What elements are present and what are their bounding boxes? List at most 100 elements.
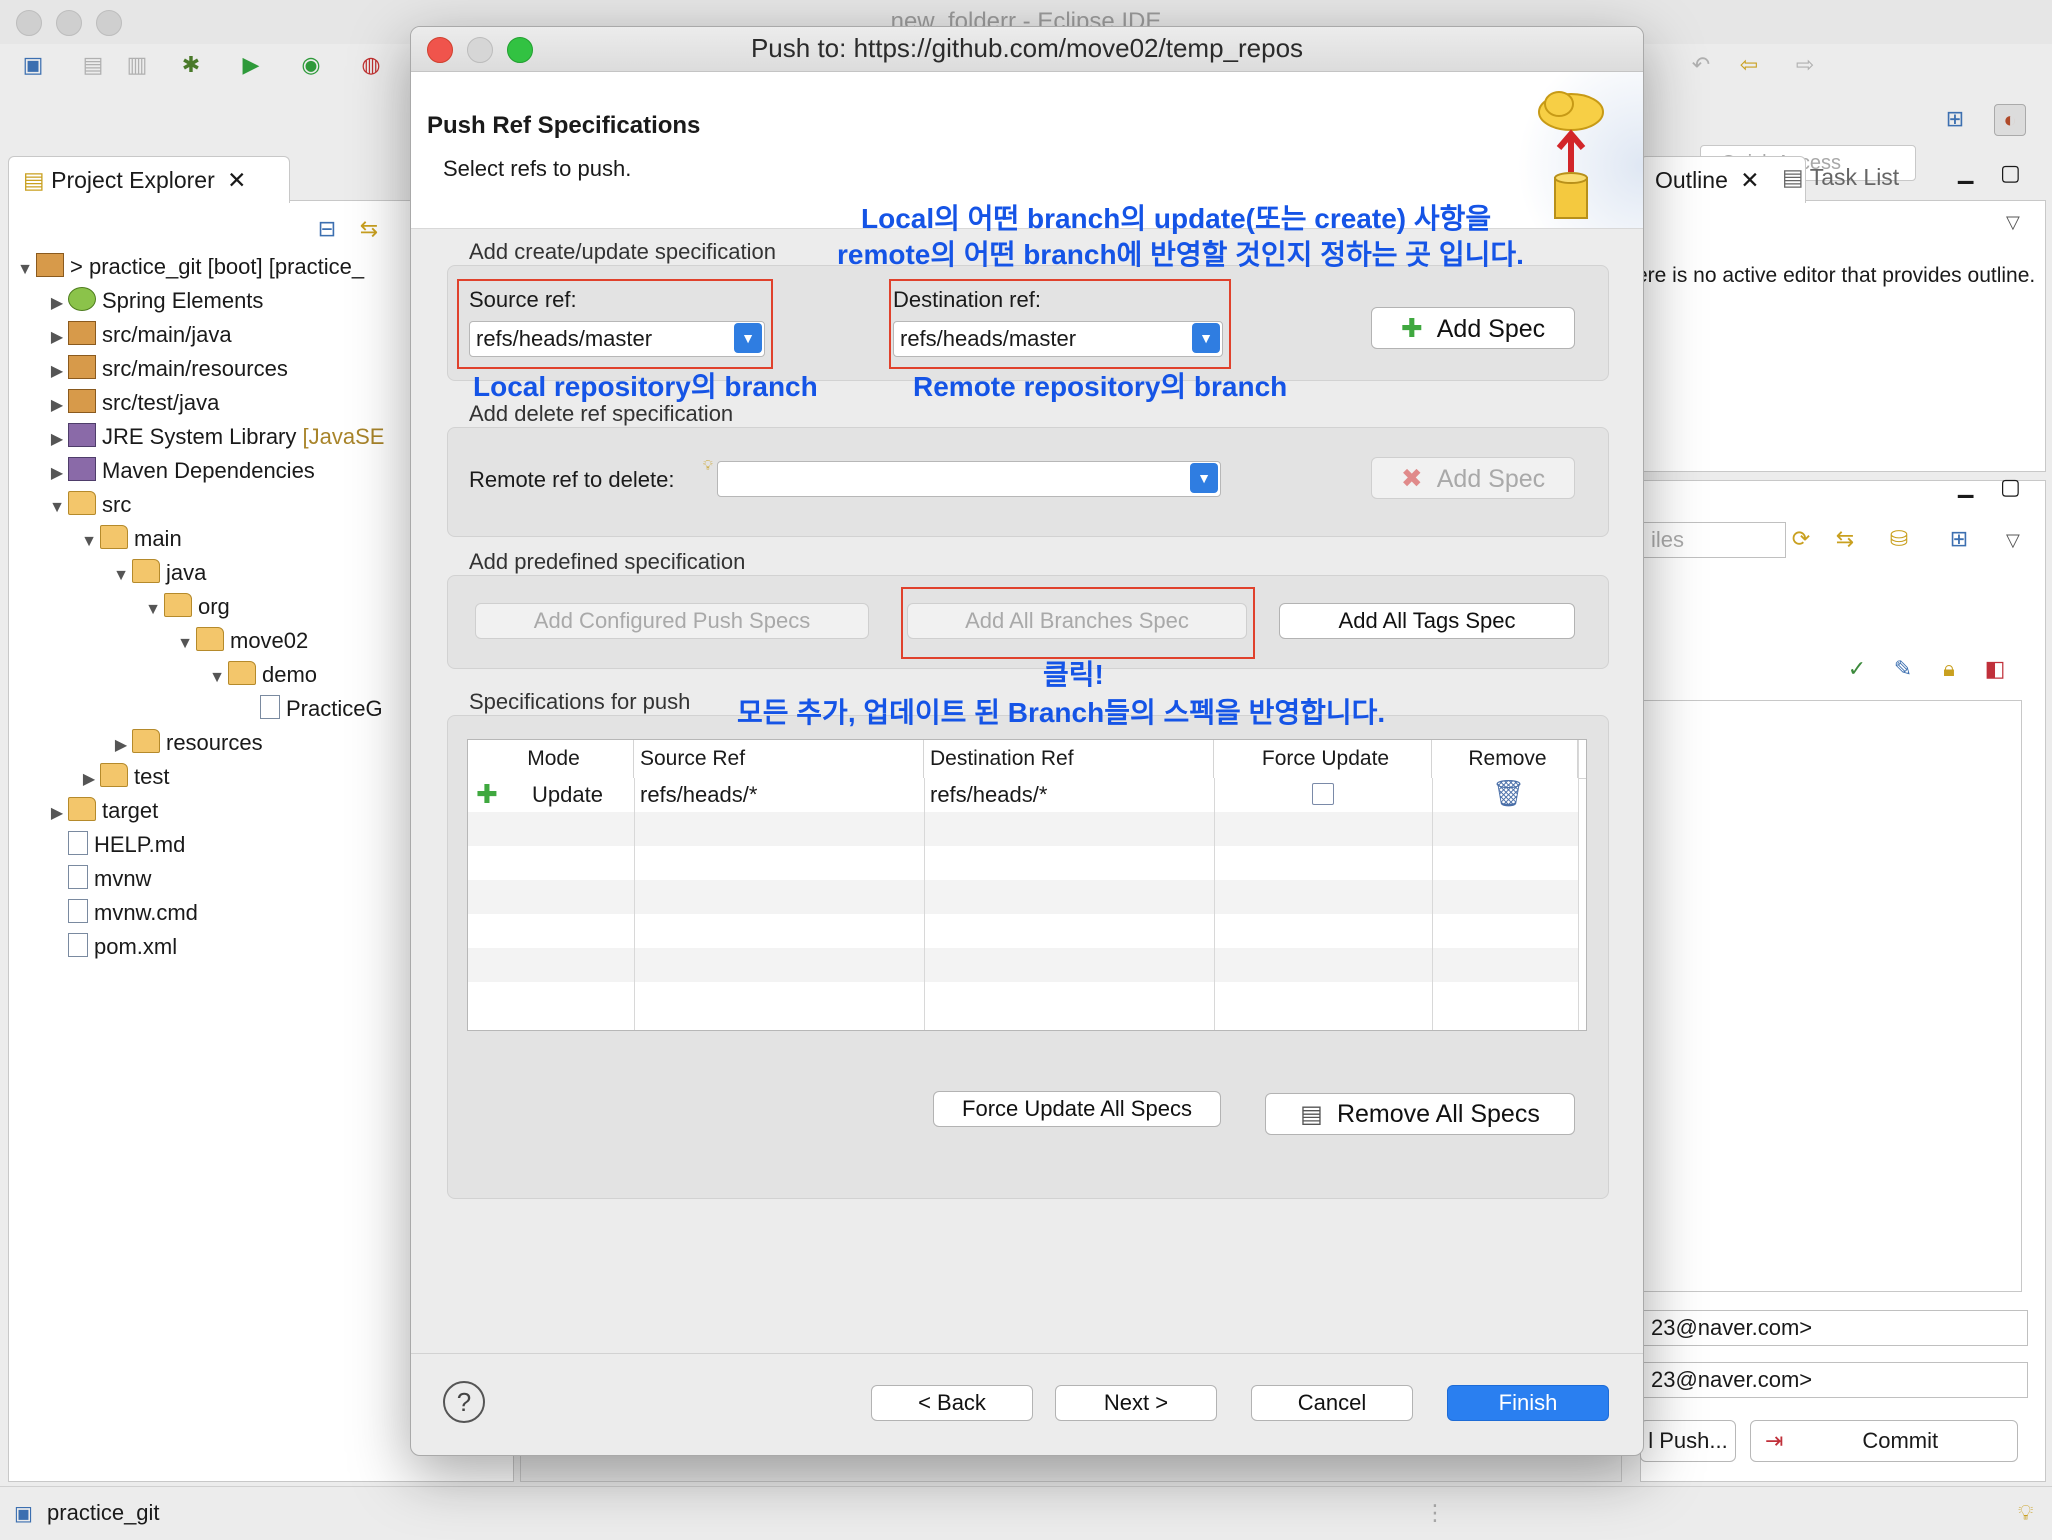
save-all-icon[interactable]: ▥ [122, 50, 152, 80]
tree-item[interactable]: ▼ > practice_git [boot] [practice_ [14, 250, 414, 284]
collapsed-arrow-icon[interactable]: ▶ [46, 287, 68, 321]
forward-nav-icon[interactable]: ⇨ [1790, 50, 1820, 80]
tip-icon[interactable]: 💡︎ [2018, 1487, 2033, 1539]
finish-button[interactable]: Finish [1447, 1385, 1609, 1421]
column-header-mode[interactable]: Mode [468, 740, 634, 778]
trash-icon[interactable]: 🗑︎ [1492, 778, 1525, 809]
tab-task-list[interactable]: ▤ Task List [1782, 164, 1899, 191]
expanded-arrow-icon[interactable]: ▼ [174, 627, 196, 661]
tree-item[interactable]: ▶ src/main/resources [14, 352, 414, 386]
tree-item[interactable]: ▶ JRE System Library [JavaSE [14, 420, 414, 454]
tree-item[interactable]: ▶ Maven Dependencies [14, 454, 414, 488]
expanded-arrow-icon[interactable]: ▼ [46, 491, 68, 525]
commit-message-area[interactable] [1640, 700, 2022, 1292]
tree-item[interactable]: ▼ java [14, 556, 414, 590]
maximize-view-icon[interactable]: ▢ [2000, 160, 2021, 186]
destination-ref-combo[interactable]: refs/heads/master ▼ [893, 321, 1223, 357]
tree-item[interactable]: ▼ src [14, 488, 414, 522]
force-update-checkbox[interactable] [1312, 783, 1334, 805]
tree-item[interactable]: ▶ target [14, 794, 414, 828]
last-edit-icon[interactable]: ↶ [1686, 50, 1716, 80]
save-icon[interactable]: ▤ [78, 50, 108, 80]
tree-item[interactable]: pom.xml [14, 930, 414, 964]
force-update-all-specs-button[interactable]: Force Update All Specs [933, 1091, 1221, 1127]
add-delete-spec-button[interactable]: ✖ Add Spec [1371, 457, 1575, 499]
link-selection-icon[interactable]: ⇆ [1830, 524, 1860, 554]
collapsed-arrow-icon[interactable]: ▶ [110, 729, 132, 763]
tree-item[interactable]: PracticeG [14, 692, 414, 726]
view-menu-icon[interactable]: ▽ [2006, 530, 2020, 551]
row-source-ref[interactable]: refs/heads/* [640, 778, 757, 812]
tree-item[interactable]: ▶ resources [14, 726, 414, 760]
chevron-down-icon[interactable]: ▼ [1190, 463, 1218, 493]
close-icon[interactable]: ✕ [1740, 167, 1759, 193]
next-button[interactable]: Next > [1055, 1385, 1217, 1421]
collapsed-arrow-icon[interactable]: ▶ [78, 763, 100, 797]
tree-item[interactable]: ▼ demo [14, 658, 414, 692]
run-icon[interactable]: ▶ [236, 50, 266, 80]
tree-item[interactable]: ▶ test [14, 760, 414, 794]
tab-project-explorer[interactable]: ▤ Project Explorer ✕ [8, 156, 290, 203]
table-row[interactable]: ✚ Update refs/heads/* refs/heads/* 🗑︎ [468, 778, 1578, 812]
cancel-button[interactable]: Cancel [1251, 1385, 1413, 1421]
close-icon[interactable]: ✕ [227, 167, 246, 193]
commit-button[interactable]: ⇥ Commit [1750, 1420, 2018, 1462]
tree-item[interactable]: ▼ org [14, 590, 414, 624]
collapsed-arrow-icon[interactable]: ▶ [46, 321, 68, 355]
minimize-view-icon[interactable]: ▁ [1958, 160, 1973, 185]
expanded-arrow-icon[interactable]: ▼ [206, 661, 228, 695]
collapsed-arrow-icon[interactable]: ▶ [46, 423, 68, 457]
add-spec-button[interactable]: ✚ Add Spec [1371, 307, 1575, 349]
tree-item[interactable]: ▶ src/test/java [14, 386, 414, 420]
perspective-java-icon[interactable]: ◐ [1994, 104, 2026, 136]
external-tools-icon[interactable]: ◍ [356, 50, 386, 80]
filter-files-input[interactable]: iles [1640, 522, 1786, 558]
collapsed-arrow-icon[interactable]: ▶ [46, 389, 68, 423]
open-perspective-icon[interactable]: ⊞ [1940, 104, 1970, 134]
repository-icon[interactable]: ⛁ [1884, 524, 1914, 554]
help-icon[interactable]: ? [443, 1381, 485, 1423]
chevron-down-icon[interactable]: ▼ [734, 323, 762, 353]
tree-item[interactable]: ▶ src/main/java [14, 318, 414, 352]
back-button[interactable]: < Back [871, 1385, 1033, 1421]
link-editor-icon[interactable]: ⇆ [354, 214, 384, 244]
tree-item[interactable]: mvnw [14, 862, 414, 896]
column-header-remove[interactable]: Remove [1432, 740, 1578, 778]
back-nav-icon[interactable]: ⇦ [1734, 50, 1764, 80]
expanded-arrow-icon[interactable]: ▼ [14, 253, 36, 287]
collapse-all-icon[interactable]: ⊟ [312, 214, 342, 244]
view-menu-icon[interactable]: ▽ [2006, 212, 2020, 233]
column-header-force-update[interactable]: Force Update [1214, 740, 1432, 778]
tree-item[interactable]: ▼ main [14, 522, 414, 556]
maximize-view-icon[interactable]: ▢ [2000, 474, 2021, 500]
commit-and-push-button[interactable]: l Push... [1640, 1420, 1736, 1462]
lock-icon[interactable]: 🔒︎ [1934, 654, 1964, 684]
new-wizard-icon[interactable]: ▣ [18, 50, 48, 80]
source-ref-combo[interactable]: refs/heads/master ▼ [469, 321, 765, 357]
expanded-arrow-icon[interactable]: ▼ [110, 559, 132, 593]
committer-field[interactable]: 23@naver.com> [1640, 1362, 2028, 1398]
row-destination-ref[interactable]: refs/heads/* [930, 778, 1047, 812]
collapsed-arrow-icon[interactable]: ▶ [46, 355, 68, 389]
presentation-icon[interactable]: ⊞ [1944, 524, 1974, 554]
author-field[interactable]: 23@naver.com> [1640, 1310, 2028, 1346]
tree-item[interactable]: ▶ Spring Elements [14, 284, 414, 318]
debug-icon[interactable]: ✱ [176, 50, 206, 80]
expanded-arrow-icon[interactable]: ▼ [142, 593, 164, 627]
add-configured-push-specs-button[interactable]: Add Configured Push Specs [475, 603, 869, 639]
tree-item[interactable]: HELP.md [14, 828, 414, 862]
tree-item[interactable]: mvnw.cmd [14, 896, 414, 930]
minimize-view-icon[interactable]: ▁ [1958, 474, 1973, 499]
column-header-destination-ref[interactable]: Destination Ref [924, 740, 1214, 778]
refresh-icon[interactable]: ⟳ [1786, 524, 1816, 554]
gerrit-icon[interactable]: ◧ [1980, 654, 2010, 684]
add-all-tags-spec-button[interactable]: Add All Tags Spec [1279, 603, 1575, 639]
run-coverage-icon[interactable]: ◉ [296, 50, 326, 80]
collapsed-arrow-icon[interactable]: ▶ [46, 457, 68, 491]
column-header-source-ref[interactable]: Source Ref [634, 740, 924, 778]
chevron-down-icon[interactable]: ▼ [1192, 323, 1220, 353]
expanded-arrow-icon[interactable]: ▼ [78, 525, 100, 559]
remote-ref-delete-combo[interactable]: ▼ [717, 461, 1221, 497]
tree-item[interactable]: ▼ move02 [14, 624, 414, 658]
sign-off-icon[interactable]: ✓ [1842, 654, 1872, 684]
